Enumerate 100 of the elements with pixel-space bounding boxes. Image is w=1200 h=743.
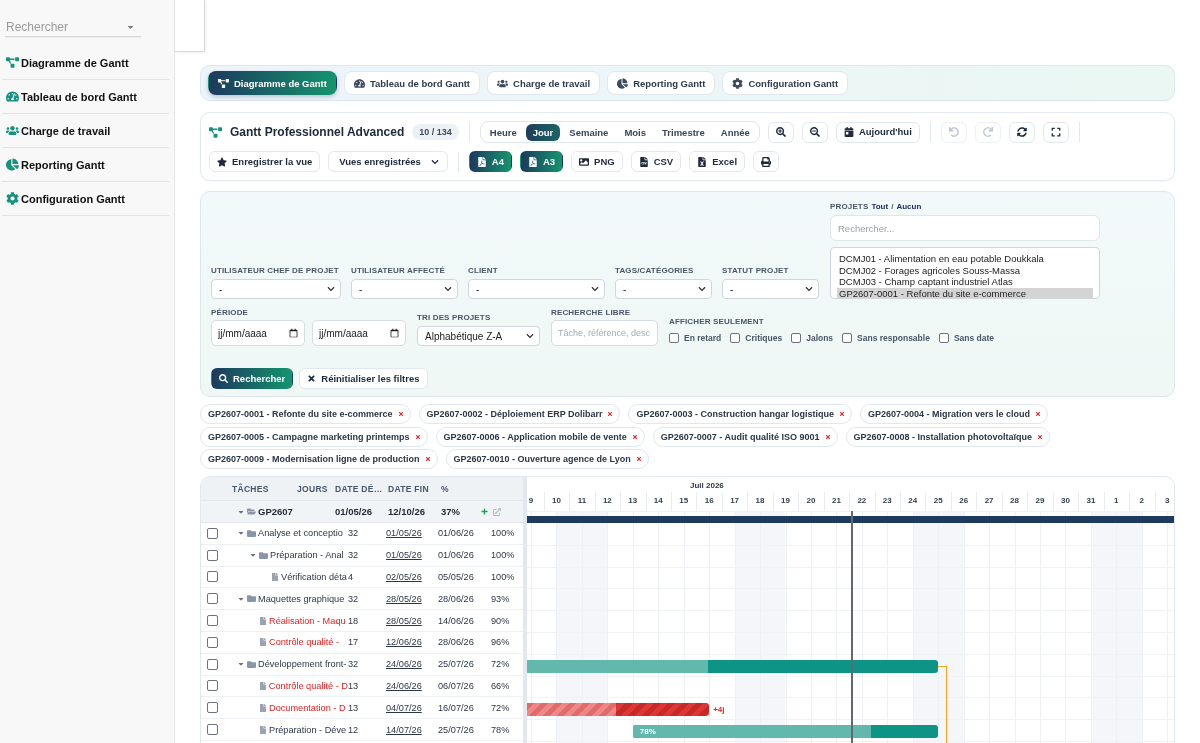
start-date-link[interactable]: 01/05/26 — [386, 528, 422, 539]
start-date-link[interactable]: 01/05/26 — [386, 550, 422, 561]
row-checkbox[interactable] — [207, 702, 218, 714]
scale-option[interactable]: Mois — [617, 123, 654, 141]
export-button[interactable]: A4 — [468, 151, 512, 172]
tab[interactable]: Tableau de bord Gantt — [343, 71, 481, 95]
filter-select[interactable]: - — [615, 279, 712, 299]
checkbox[interactable] — [791, 333, 802, 343]
row-checkbox[interactable] — [207, 680, 218, 692]
sidebar-item[interactable]: Tableau de bord Gantt — [2, 80, 169, 114]
print-button[interactable] — [753, 151, 780, 172]
project-option[interactable]: DCMJ03 - Champ captant industriel Atlas — [837, 276, 1093, 289]
remove-icon[interactable] — [635, 456, 642, 462]
task-name[interactable]: Contrôle qualité - D — [268, 680, 348, 691]
remove-icon[interactable] — [424, 456, 431, 462]
checkbox[interactable] — [669, 333, 679, 343]
task-name[interactable]: Réalisation - Maqu — [269, 615, 346, 626]
scale-option[interactable]: Jour — [525, 123, 561, 141]
saved-views-select[interactable]: Vues enregistrées — [328, 151, 448, 172]
export-button[interactable]: Excel — [689, 151, 746, 172]
export-button[interactable]: PNG — [571, 151, 623, 172]
free-search-field[interactable]: Tâche, référence, desc — [551, 320, 658, 346]
tab[interactable]: Charge de travail — [487, 71, 601, 95]
task-bar[interactable] — [527, 659, 939, 673]
task-name[interactable]: Analyse et conceptio — [258, 528, 343, 539]
task-name[interactable]: Vérification déta — [281, 572, 347, 582]
row-checkbox[interactable] — [207, 724, 218, 736]
start-date-link[interactable]: 28/05/26 — [386, 593, 422, 604]
fullscreen-button[interactable] — [1042, 121, 1069, 143]
task-name[interactable]: Maquettes graphique — [258, 593, 345, 604]
export-button[interactable]: CSV — [630, 151, 682, 172]
scale-option[interactable]: Semaine — [562, 123, 616, 141]
start-date-link[interactable]: 24/06/26 — [386, 680, 422, 691]
tab[interactable]: Diagramme de Gantt — [208, 71, 337, 95]
scale-option[interactable]: Heure — [482, 123, 524, 141]
add-icon[interactable] — [481, 508, 488, 515]
scale-option[interactable]: Année — [713, 123, 757, 141]
project-option[interactable]: DCMJ02 - Forages agricoles Souss-Massa — [837, 264, 1093, 277]
search-button[interactable]: Rechercher — [211, 368, 294, 389]
filter-select[interactable]: - — [722, 279, 819, 299]
select-all-link[interactable]: Tout — [871, 202, 889, 211]
tab[interactable]: Configuration Gantt — [722, 71, 849, 95]
task-bar[interactable] — [527, 703, 710, 717]
sidebar-item[interactable]: Diagramme de Gantt — [2, 46, 169, 80]
task-name[interactable]: Documentation - D — [269, 702, 346, 713]
task-name[interactable]: Préparation - Déve — [269, 724, 347, 735]
remove-icon[interactable] — [397, 411, 404, 417]
row-checkbox[interactable] — [207, 658, 218, 670]
refresh-icon — [1016, 127, 1027, 137]
start-date-link[interactable]: 12/06/26 — [386, 637, 422, 648]
column-header: TÂCHES — [232, 483, 269, 494]
sidebar-item[interactable]: Configuration Gantt — [2, 182, 169, 216]
zoom-in-button[interactable] — [767, 121, 794, 143]
row-checkbox[interactable] — [207, 593, 218, 605]
reset-filters-button[interactable]: Réinitialiser les filtres — [299, 368, 428, 389]
start-date-link[interactable]: 28/05/26 — [386, 615, 422, 626]
today-button[interactable]: Aujourd'hui — [835, 121, 920, 143]
project-search-field[interactable]: Rechercher... — [830, 215, 1100, 241]
project-option[interactable]: GP2607-0001 - Refonte du site e-commerce — [837, 288, 1093, 298]
checkbox[interactable] — [842, 333, 853, 343]
sidebar-item[interactable]: Charge de travail — [2, 114, 169, 148]
remove-icon[interactable] — [839, 411, 846, 417]
row-checkbox[interactable] — [207, 636, 218, 648]
day-label: 28 — [1010, 496, 1019, 505]
remove-icon[interactable] — [414, 433, 421, 440]
sidebar-search-field[interactable]: Rechercher — [5, 17, 141, 37]
select-none-link[interactable]: Aucun — [896, 202, 922, 211]
project-option[interactable]: DCMJ01 - Alimentation en eau potable Doukkala — [837, 253, 1093, 265]
row-checkbox[interactable] — [207, 615, 218, 627]
checkbox[interactable] — [730, 333, 741, 343]
filter-select[interactable]: - — [468, 279, 605, 299]
export-button[interactable]: A3 — [519, 151, 564, 172]
task-name[interactable]: Contrôle qualité - — [269, 637, 339, 648]
remove-icon[interactable] — [824, 433, 831, 440]
refresh-button[interactable] — [1008, 121, 1035, 143]
start-date-link[interactable]: 04/07/26 — [386, 702, 422, 713]
task-name[interactable]: Développement front- — [258, 659, 347, 670]
sort-select[interactable]: Alphabétique Z-A — [417, 326, 540, 346]
row-checkbox[interactable] — [207, 571, 218, 583]
zoom-out-button[interactable] — [801, 121, 828, 143]
save-view-button[interactable]: Enregistrer la vue — [209, 151, 321, 172]
filter-select[interactable]: - — [211, 279, 341, 299]
date-field[interactable]: jj/mm/aaaa — [312, 320, 406, 346]
remove-icon[interactable] — [607, 411, 614, 417]
scale-option[interactable]: Trimestre — [655, 123, 712, 141]
start-date-link[interactable]: 24/06/26 — [386, 659, 422, 670]
sidebar-item[interactable]: Reporting Gantt — [2, 148, 169, 182]
users-icon — [497, 77, 509, 89]
date-field[interactable]: jj/mm/aaaa — [211, 320, 305, 346]
filter-select[interactable]: - — [351, 279, 458, 299]
row-checkbox[interactable] — [207, 549, 218, 561]
start-date-link[interactable]: 02/05/26 — [386, 572, 422, 582]
row-checkbox[interactable] — [207, 527, 218, 539]
remove-icon[interactable] — [1035, 411, 1042, 417]
task-name[interactable]: Préparation - Anal — [270, 550, 344, 561]
tab[interactable]: Reporting Gantt — [607, 71, 716, 95]
start-date-link[interactable]: 14/07/26 — [386, 724, 422, 735]
remove-icon[interactable] — [631, 433, 638, 440]
remove-icon[interactable] — [1037, 433, 1044, 440]
checkbox[interactable] — [938, 333, 949, 343]
